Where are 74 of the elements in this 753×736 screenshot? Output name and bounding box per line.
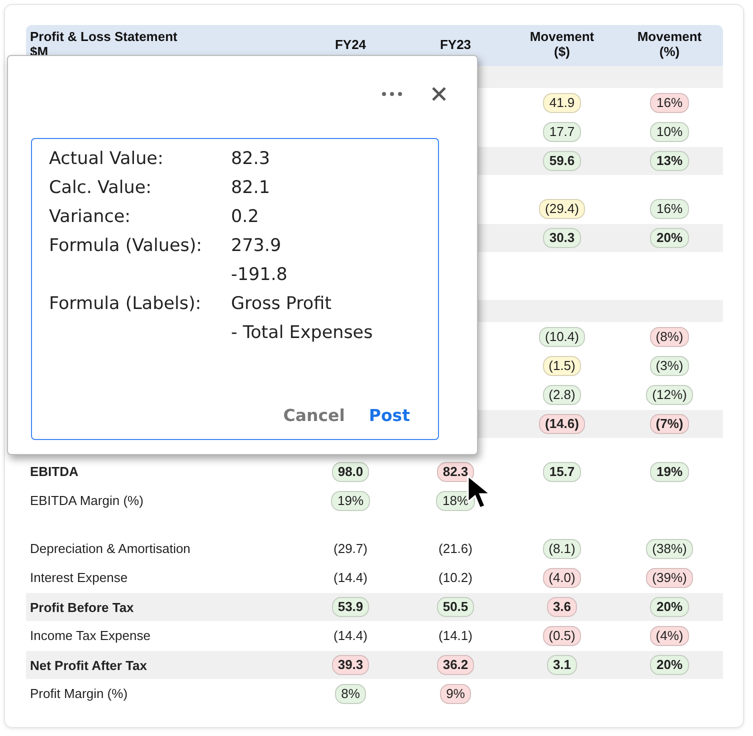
- value-pill: 41.9: [543, 92, 581, 112]
- detail-value: 82.3: [231, 148, 271, 171]
- value-pill: 18%: [436, 490, 475, 510]
- value-pill: 53.9: [332, 597, 370, 617]
- value-pill: (38%): [646, 538, 693, 558]
- detail-label: Calc. Value:: [49, 178, 152, 198]
- column-header: FY24: [334, 36, 368, 52]
- value-pill: 16%: [650, 92, 689, 112]
- detail-label: Variance:: [49, 207, 130, 227]
- row-label: Income Tax Expense: [30, 628, 150, 643]
- value-pill: (4.0): [542, 568, 582, 588]
- value-pill: (4%): [650, 626, 690, 646]
- row-label: Profit Margin (%): [30, 686, 128, 701]
- value-pill: 19%: [650, 462, 689, 482]
- detail-value: Gross Profit: [231, 293, 333, 316]
- table-cell: (14.1): [438, 627, 472, 644]
- value-pill: (12%): [646, 384, 693, 404]
- value-pill: 8%: [335, 684, 366, 704]
- column-header: Movement (%): [636, 28, 703, 59]
- close-icon[interactable]: [431, 86, 447, 102]
- value-pill: (2.8): [542, 384, 582, 404]
- value-pill: 20%: [650, 655, 689, 675]
- value-pill: 10%: [650, 122, 689, 142]
- value-pill: 50.5: [436, 597, 474, 617]
- cancel-button[interactable]: Cancel: [281, 404, 347, 427]
- value-pill: 9%: [440, 684, 471, 704]
- value-pill: (7%): [650, 414, 690, 434]
- value-pill: 13%: [650, 151, 689, 171]
- table-cell: (21.6): [438, 540, 472, 557]
- value-pill: 59.6: [543, 151, 581, 171]
- value-pill: (10.4): [539, 326, 585, 346]
- value-pill: 3.1: [546, 655, 578, 675]
- value-pill: (14.6): [539, 414, 585, 434]
- column-header: Movement ($): [528, 28, 596, 59]
- table-cell: (14.4): [334, 627, 368, 644]
- value-pill: 20%: [650, 228, 689, 248]
- value-pill: 82.3: [436, 462, 474, 482]
- detail-label: Formula (Labels):: [49, 294, 202, 314]
- detail-value: -191.8: [231, 264, 288, 287]
- value-pill: 15.7: [543, 462, 581, 482]
- detail-label: Formula (Values):: [49, 236, 202, 256]
- value-pill: (8%): [650, 326, 690, 346]
- column-header: FY23: [438, 36, 472, 52]
- detail-value: 273.9: [231, 235, 282, 258]
- value-pill: (39%): [646, 568, 693, 588]
- value-pill: 16%: [650, 198, 689, 218]
- value-pill: 98.0: [332, 462, 370, 482]
- value-pill: 20%: [650, 597, 689, 617]
- table-cell: (10.2): [438, 569, 472, 586]
- row-label: Profit Before Tax: [30, 600, 134, 614]
- value-pill: (0.5): [542, 626, 582, 646]
- value-pill: 30.3: [543, 228, 581, 248]
- value-pill: 3.6: [546, 597, 578, 617]
- value-pill: (29.4): [539, 198, 585, 218]
- value-pill: (1.5): [542, 356, 582, 376]
- detail-value: - Total Expenses: [231, 322, 374, 345]
- value-pill: 19%: [331, 490, 370, 510]
- value-pill: 39.3: [332, 655, 370, 675]
- row-label: Interest Expense: [30, 570, 128, 585]
- row-label: EBITDA: [30, 464, 78, 479]
- row-label: EBITDA Margin (%): [30, 493, 144, 508]
- value-pill: (3%): [650, 356, 690, 376]
- row-label: Depreciation & Amortisation: [30, 541, 190, 556]
- detail-value: 82.1: [231, 177, 271, 200]
- more-icon[interactable]: [381, 91, 403, 97]
- value-pill: 17.7: [543, 122, 581, 142]
- table-cell: (14.4): [334, 569, 368, 586]
- row-label: Net Profit After Tax: [30, 658, 148, 672]
- value-pill: 36.2: [436, 655, 474, 675]
- detail-value: 0.2: [231, 206, 260, 229]
- post-button[interactable]: Post: [366, 404, 412, 427]
- table-cell: (29.7): [334, 540, 368, 557]
- detail-label: Actual Value:: [49, 149, 164, 169]
- value-pill: (8.1): [542, 538, 582, 558]
